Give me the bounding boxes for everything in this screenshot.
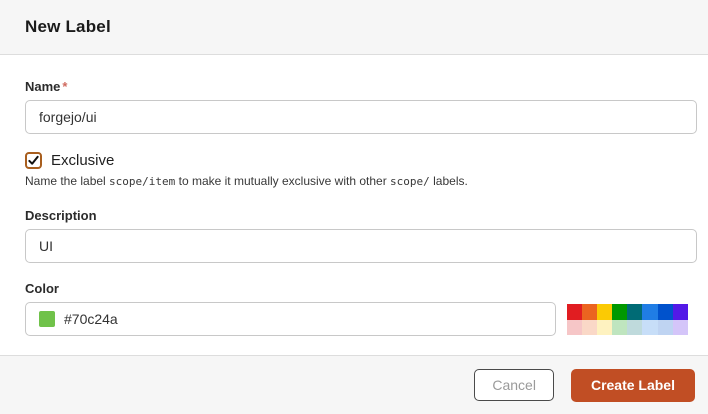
dialog-body: Name* Exclusive Name the label scope/ite… (0, 55, 708, 336)
dialog-footer: Cancel Create Label (0, 355, 708, 414)
exclusive-help-text: Name the label scope/item to make it mut… (25, 174, 697, 188)
palette-color-swatch[interactable] (597, 319, 613, 335)
palette-color-swatch[interactable] (627, 319, 643, 335)
palette-color-swatch[interactable] (627, 304, 643, 320)
name-label: Name * (25, 79, 697, 94)
color-input-wrap (25, 302, 556, 336)
description-field: Description (25, 208, 697, 263)
color-field: Color (25, 281, 697, 336)
help-code-scope-item: scope/item (109, 175, 176, 188)
required-asterisk: * (62, 79, 68, 94)
palette-color-swatch[interactable] (582, 304, 598, 320)
exclusive-checkbox[interactable] (25, 152, 42, 169)
checkmark-icon (28, 155, 39, 165)
help-text-part: to make it mutually exclusive with other (175, 174, 391, 188)
palette-color-swatch[interactable] (672, 319, 688, 335)
palette-color-swatch[interactable] (582, 319, 598, 335)
palette-row (567, 304, 688, 320)
exclusive-field: Exclusive Name the label scope/item to m… (25, 152, 697, 188)
exclusive-checkbox-row[interactable]: Exclusive (25, 152, 697, 169)
exclusive-label: Exclusive (51, 152, 115, 169)
palette-color-swatch[interactable] (567, 319, 583, 335)
cancel-button[interactable]: Cancel (474, 369, 554, 401)
color-palette (567, 304, 688, 335)
description-label: Description (25, 208, 97, 223)
name-label-text: Name (25, 79, 61, 94)
palette-color-swatch[interactable] (612, 304, 628, 320)
create-label-button[interactable]: Create Label (570, 368, 695, 402)
palette-color-swatch[interactable] (567, 304, 583, 320)
palette-color-swatch[interactable] (657, 304, 673, 320)
color-row (25, 302, 697, 336)
new-label-dialog: New Label Name* Exclusive Name the label… (0, 0, 708, 414)
palette-color-swatch[interactable] (672, 304, 688, 320)
palette-color-swatch[interactable] (642, 319, 658, 335)
help-code-scope: scope/ (390, 175, 430, 188)
help-text-part: labels. (429, 174, 468, 188)
name-input[interactable] (25, 100, 697, 134)
palette-color-swatch[interactable] (657, 319, 673, 335)
color-input[interactable] (25, 302, 556, 336)
color-preview-swatch (39, 311, 55, 327)
help-text-part: Name the label (25, 174, 110, 188)
palette-color-swatch[interactable] (597, 304, 613, 320)
palette-color-swatch[interactable] (612, 319, 628, 335)
description-input[interactable] (25, 229, 697, 263)
palette-row (567, 319, 688, 335)
dialog-header: New Label (0, 0, 708, 55)
color-label: Color (25, 281, 59, 296)
palette-color-swatch[interactable] (642, 304, 658, 320)
name-field: Name * (25, 79, 697, 134)
dialog-title: New Label (25, 17, 111, 36)
